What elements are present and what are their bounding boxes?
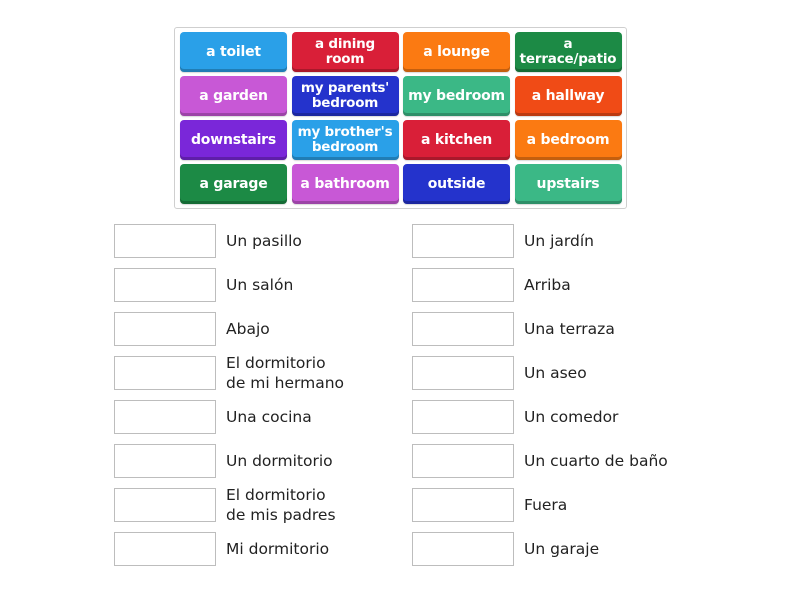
drop-box[interactable]	[114, 444, 216, 478]
tile-downstairs[interactable]: downstairs	[180, 120, 287, 160]
target-label: El dormitorio de mis padres	[226, 486, 336, 524]
target-label: Mi dormitorio	[226, 540, 330, 558]
tile-a-kitchen[interactable]: a kitchen	[403, 120, 510, 160]
target-label: Una cocina	[226, 408, 312, 426]
answer-row: Un aseo	[412, 356, 668, 390]
tile-a-bedroom[interactable]: a bedroom	[514, 120, 622, 160]
drop-box[interactable]	[114, 400, 216, 434]
drop-box[interactable]	[114, 224, 216, 258]
answer-row: Arriba	[412, 268, 668, 302]
target-label: Un cuarto de baño	[524, 452, 668, 470]
drop-box[interactable]	[412, 400, 514, 434]
drop-box[interactable]	[412, 532, 514, 566]
answer-row: Un garaje	[412, 532, 668, 566]
drop-box[interactable]	[412, 444, 514, 478]
target-label: Un dormitorio	[226, 452, 333, 470]
tile-bank: a toilet a dining room a lounge a terrac…	[174, 27, 627, 209]
answer-row: Un dormitorio	[114, 444, 344, 478]
answer-row: Un comedor	[412, 400, 668, 434]
drop-box[interactable]	[114, 532, 216, 566]
tile-a-terrace-patio[interactable]: a terrace/patio	[514, 32, 622, 72]
answer-row: Fuera	[412, 488, 668, 522]
drop-box[interactable]	[114, 312, 216, 346]
drop-box[interactable]	[412, 268, 514, 302]
tile-a-garden[interactable]: a garden	[180, 76, 287, 116]
answer-row: Abajo	[114, 312, 344, 346]
target-label: Fuera	[524, 496, 568, 514]
target-label: Abajo	[226, 320, 270, 338]
answer-row: El dormitorio de mis padres	[114, 486, 344, 524]
tile-a-toilet[interactable]: a toilet	[180, 32, 287, 72]
drop-box[interactable]	[114, 268, 216, 302]
drop-box[interactable]	[412, 224, 514, 258]
drop-box[interactable]	[412, 312, 514, 346]
answer-row: Un salón	[114, 268, 344, 302]
tile-a-hallway[interactable]: a hallway	[514, 76, 622, 116]
target-label: Un pasillo	[226, 232, 302, 250]
answer-row: Una cocina	[114, 400, 344, 434]
drop-box[interactable]	[412, 488, 514, 522]
answer-row: Un cuarto de baño	[412, 444, 668, 478]
tile-my-brothers-bedroom[interactable]: my brother's bedroom	[291, 120, 399, 160]
tile-a-lounge[interactable]: a lounge	[403, 32, 510, 72]
drop-box[interactable]	[412, 356, 514, 390]
target-label: Arriba	[524, 276, 571, 294]
tile-a-bathroom[interactable]: a bathroom	[291, 164, 399, 204]
target-label: El dormitorio de mi hermano	[226, 354, 344, 392]
target-label: Un comedor	[524, 408, 619, 426]
drop-box[interactable]	[114, 356, 216, 390]
tile-my-bedroom[interactable]: my bedroom	[403, 76, 510, 116]
answer-row: Una terraza	[412, 312, 668, 346]
tile-a-garage[interactable]: a garage	[180, 164, 287, 204]
right-answer-column: Un jardín Arriba Una terraza Un aseo Un …	[412, 224, 668, 576]
tile-upstairs[interactable]: upstairs	[514, 164, 622, 204]
answer-row: El dormitorio de mi hermano	[114, 354, 344, 392]
target-label: Un jardín	[524, 232, 594, 250]
tile-a-dining-room[interactable]: a dining room	[291, 32, 399, 72]
tile-my-parents-bedroom[interactable]: my parents' bedroom	[291, 76, 399, 116]
answer-row: Mi dormitorio	[114, 532, 344, 566]
target-label: Un salón	[226, 276, 294, 294]
target-label: Un garaje	[524, 540, 600, 558]
target-label: Un aseo	[524, 364, 587, 382]
answer-row: Un jardín	[412, 224, 668, 258]
drop-box[interactable]	[114, 488, 216, 522]
left-answer-column: Un pasillo Un salón Abajo El dormitorio …	[114, 224, 344, 576]
tile-outside[interactable]: outside	[403, 164, 510, 204]
target-label: Una terraza	[524, 320, 615, 338]
answer-row: Un pasillo	[114, 224, 344, 258]
